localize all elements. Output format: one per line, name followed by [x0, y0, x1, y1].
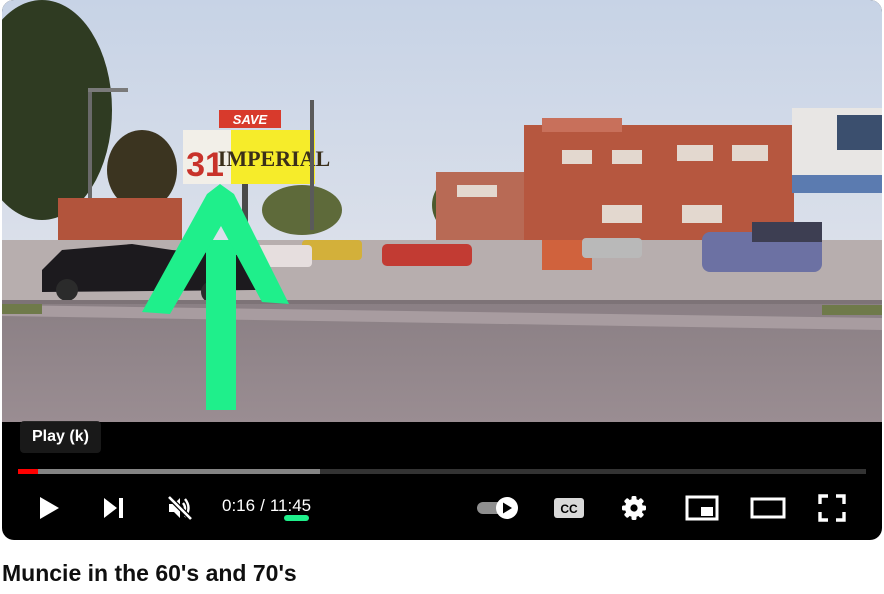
settings-button[interactable] — [612, 488, 656, 528]
progress-played — [18, 469, 39, 474]
current-time: 0:16 — [222, 496, 256, 515]
highlight-underline — [284, 515, 309, 521]
volume-muted-icon — [167, 495, 193, 521]
mute-button[interactable] — [158, 488, 202, 528]
theater-mode-icon — [750, 497, 786, 519]
video-title: Muncie in the 60's and 70's — [2, 560, 297, 586]
progress-bar[interactable] — [18, 469, 866, 474]
miniplayer-button[interactable] — [680, 488, 724, 528]
video-still: SAVE 31 IMPERIAL — [2, 0, 882, 422]
gear-icon — [622, 496, 646, 520]
theater-button[interactable] — [746, 488, 790, 528]
miniplayer-icon — [685, 495, 719, 521]
captions-button[interactable]: CC — [547, 488, 591, 528]
play-icon — [40, 497, 59, 519]
sign-save-text: SAVE — [233, 112, 268, 127]
time-separator: / — [260, 496, 265, 515]
video-player[interactable]: SAVE 31 IMPERIAL Play (k) 0:16 / 11:45 C… — [2, 0, 882, 540]
duration: 11:45 — [269, 496, 312, 515]
fullscreen-icon — [818, 494, 846, 522]
play-tooltip: Play (k) — [20, 421, 101, 453]
fullscreen-button[interactable] — [810, 488, 854, 528]
svg-text:CC: CC — [560, 502, 578, 516]
skip-next-icon — [104, 498, 123, 518]
play-button[interactable] — [26, 488, 70, 528]
progress-loaded — [18, 469, 320, 474]
autoplay-toggle-icon — [477, 497, 518, 519]
video-frame[interactable]: SAVE 31 IMPERIAL — [2, 0, 882, 422]
autoplay-toggle[interactable] — [472, 488, 524, 528]
cc-icon: CC — [554, 498, 584, 518]
next-button[interactable] — [92, 488, 136, 528]
